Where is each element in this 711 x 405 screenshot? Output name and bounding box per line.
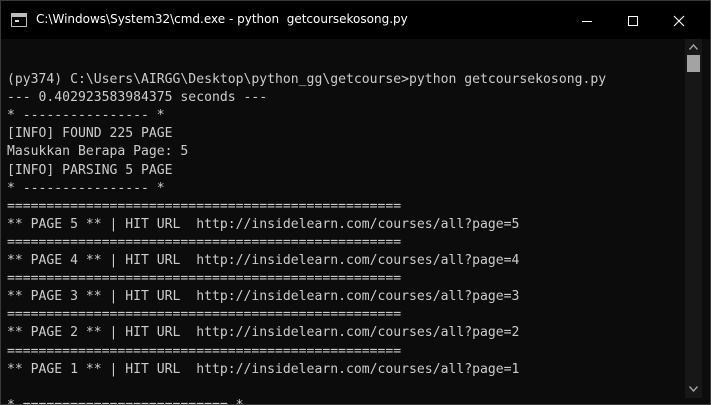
- minimize-icon: [582, 21, 592, 22]
- console-line: ========================================…: [7, 307, 402, 323]
- console-line: ========================================…: [7, 271, 402, 287]
- maximize-button[interactable]: [610, 1, 656, 39]
- scroll-up-button[interactable]: [685, 39, 702, 56]
- cmd-icon[interactable]: [11, 13, 27, 27]
- vertical-scrollbar[interactable]: [685, 39, 702, 398]
- close-button[interactable]: [656, 1, 702, 39]
- console-line: ========================================…: [7, 343, 402, 359]
- console-line: (py374) C:\Users\AIRGG\Desktop\python_gg…: [7, 72, 607, 88]
- console-line: Masukkan Berapa Page: 5: [7, 144, 189, 160]
- maximize-icon: [628, 16, 638, 26]
- console-line: * ---------------- *: [7, 108, 165, 124]
- console-line: ========================================…: [7, 234, 402, 250]
- console-line: ** PAGE 3 ** | HIT URL http://insidelear…: [7, 289, 520, 305]
- scroll-thumb[interactable]: [687, 55, 700, 72]
- close-icon: [673, 15, 685, 27]
- minimize-button[interactable]: [564, 1, 610, 39]
- scroll-down-button[interactable]: [685, 381, 702, 398]
- console-line: ** PAGE 4 ** | HIT URL http://insidelear…: [7, 253, 520, 269]
- console-window: C:\Windows\System32\cmd.exe - python get…: [0, 0, 711, 405]
- console-line: --- 0.402923583984375 seconds ---: [7, 90, 268, 106]
- console-lines: (py374) C:\Users\AIRGG\Desktop\python_gg…: [7, 53, 606, 404]
- console-line: [INFO] PARSING 5 PAGE: [7, 162, 173, 178]
- console-line: * ========================== *: [7, 397, 606, 404]
- console-line: ** PAGE 2 ** | HIT URL http://insidelear…: [7, 325, 520, 341]
- console-line: * ---------------- *: [7, 180, 165, 196]
- console-line: ** PAGE 1 ** | HIT URL http://insidelear…: [7, 361, 520, 377]
- console-line: [INFO] FOUND 225 PAGE: [7, 126, 173, 142]
- console-line: ** PAGE 5 ** | HIT URL http://insidelear…: [7, 216, 520, 232]
- title-bar[interactable]: C:\Windows\System32\cmd.exe - python get…: [1, 1, 710, 39]
- console-line: ========================================…: [7, 198, 402, 214]
- console-output[interactable]: (py374) C:\Users\AIRGG\Desktop\python_gg…: [1, 39, 685, 404]
- chevron-down-icon: [689, 386, 698, 392]
- window-title: C:\Windows\System32\cmd.exe - python get…: [36, 12, 408, 26]
- chevron-up-icon: [689, 44, 698, 50]
